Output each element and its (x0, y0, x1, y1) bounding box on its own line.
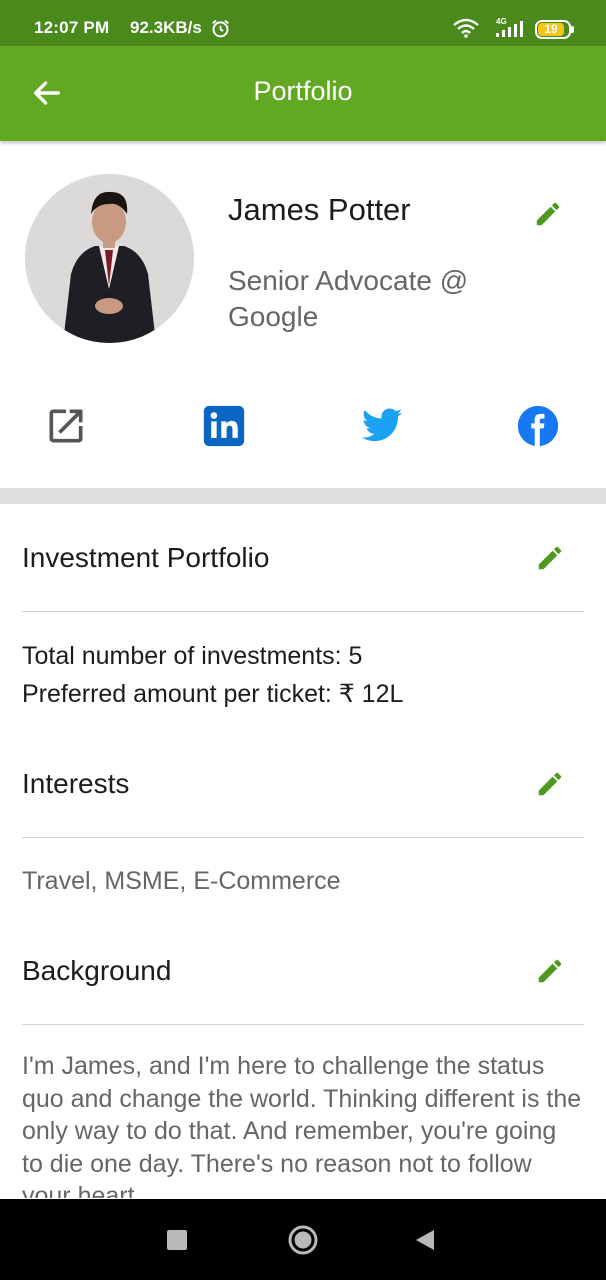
section-divider (0, 488, 606, 504)
external-link-icon[interactable] (44, 404, 88, 448)
edit-background-icon[interactable] (535, 956, 565, 986)
battery-indicator: 19 (535, 20, 575, 40)
status-time: 12:07 PM (34, 18, 110, 37)
linkedin-icon[interactable] (202, 404, 246, 448)
system-nav-bar (0, 1199, 606, 1280)
investment-section-title: Investment Portfolio (22, 542, 270, 573)
alarm-icon (212, 19, 229, 38)
network-type-label: 4G (496, 17, 507, 26)
profile-role: Senior Advocate @ Google (228, 265, 469, 332)
investment-ticket-amount: Preferred amount per ticket: ₹ 12L (22, 680, 404, 708)
battery-level: 19 (544, 22, 558, 36)
wifi-icon (453, 18, 479, 38)
interests-section-title: Interests (22, 768, 130, 799)
investment-count: Total number of investments: 5 (22, 642, 363, 670)
twitter-icon[interactable] (360, 404, 404, 448)
interests-text: Travel, MSME, E-Commerce (22, 867, 341, 895)
edit-interests-icon[interactable] (535, 769, 565, 799)
edit-profile-icon[interactable] (533, 199, 563, 229)
page-title: Portfolio (253, 76, 353, 106)
status-bar: 12:07 PM 92.3KB/s 4G 19 (0, 0, 606, 46)
triangle-back-icon[interactable] (414, 1228, 436, 1252)
status-network-speed: 92.3KB/s (130, 18, 202, 37)
app-bar: Portfolio (0, 46, 606, 141)
background-section-title: Background (22, 955, 172, 986)
facebook-icon[interactable] (516, 404, 560, 448)
circle-icon[interactable] (287, 1224, 319, 1256)
profile-photo (25, 174, 194, 343)
background-text: I'm James, and I'm here to challenge the… (22, 1052, 582, 1198)
avatar[interactable] (25, 174, 194, 343)
edit-investment-icon[interactable] (535, 543, 565, 573)
background-divider (22, 1024, 584, 1025)
investment-divider (22, 611, 584, 612)
interests-divider (22, 837, 584, 838)
square-icon[interactable] (167, 1230, 187, 1250)
cell-signal-icon: 4G (496, 17, 523, 37)
profile-name: James Potter (228, 192, 411, 227)
